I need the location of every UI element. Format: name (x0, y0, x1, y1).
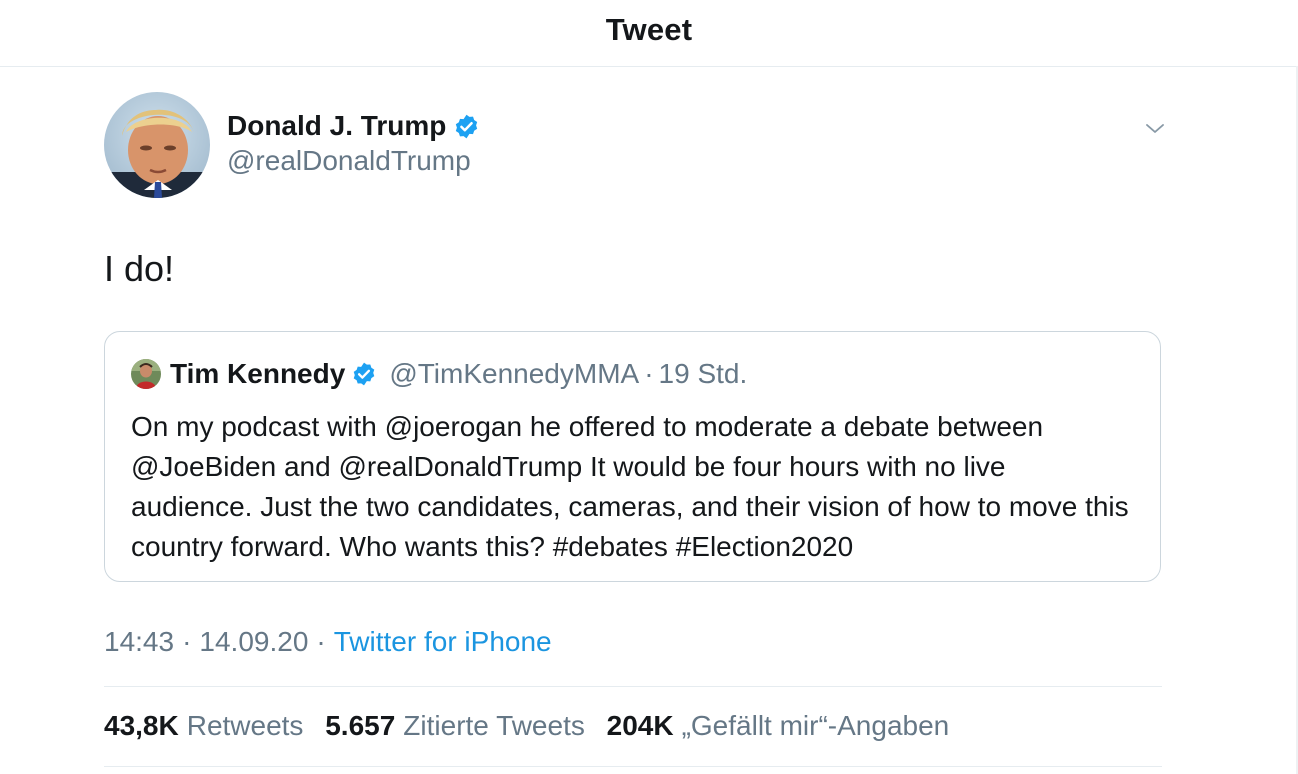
retweets-stat[interactable]: 43,8K Retweets (104, 710, 303, 741)
quoted-author-name: Tim Kennedy (170, 358, 346, 389)
divider (104, 686, 1162, 687)
page-title: Tweet (605, 12, 693, 47)
tweet-date[interactable]: 14.09.20 (199, 626, 308, 657)
tweet-source-link[interactable]: Twitter for iPhone (334, 626, 552, 657)
author-avatar[interactable] (104, 92, 210, 198)
verified-badge-icon (351, 361, 377, 387)
meta-separator: · (316, 626, 326, 657)
likes-count: 204K (606, 710, 674, 741)
quoted-meta-separator: · (644, 358, 654, 389)
tweet-time[interactable]: 14:43 (104, 626, 174, 657)
quoted-author-avatar (131, 359, 161, 389)
page-header: Tweet (0, 0, 1298, 67)
meta-separator: · (182, 626, 192, 657)
quote-tweets-stat[interactable]: 5.657 Zitierte Tweets (325, 710, 585, 741)
retweets-count: 43,8K (104, 710, 179, 741)
quoted-tweet-header: Tim Kennedy @TimKennedyMMA · 19 Std. (131, 358, 747, 390)
author-name-row[interactable]: Donald J. Trump (227, 110, 480, 142)
divider (104, 766, 1162, 767)
quote-tweets-count: 5.657 (325, 710, 396, 741)
quote-tweets-label: Zitierte Tweets (403, 710, 585, 741)
likes-stat[interactable]: 204K „Gefällt mir“-Angaben (607, 710, 950, 741)
author-display-name[interactable]: Donald J. Trump (227, 110, 446, 142)
quoted-tweet-card[interactable]: Tim Kennedy @TimKennedyMMA · 19 Std. On … (104, 331, 1161, 582)
chevron-down-icon[interactable] (1143, 117, 1167, 141)
quoted-tweet-age: 19 Std. (658, 358, 748, 389)
likes-label: „Gefällt mir“-Angaben (681, 710, 950, 741)
author-handle[interactable]: @realDonaldTrump (227, 145, 471, 177)
quoted-author-handle: @TimKennedyMMA (389, 358, 640, 389)
tweet-text: I do! (104, 248, 175, 289)
retweets-label: Retweets (186, 710, 304, 741)
verified-badge-icon (453, 113, 480, 140)
tweet-stats-row: 43,8K Retweets 5.657 Zitierte Tweets 204K „… (104, 710, 963, 742)
tweet-meta-row: 14:43 · 14.09.20 · Twitter for iPhone (104, 626, 552, 658)
quoted-tweet-text: On my podcast with @joerogan he offered … (131, 411, 1129, 562)
